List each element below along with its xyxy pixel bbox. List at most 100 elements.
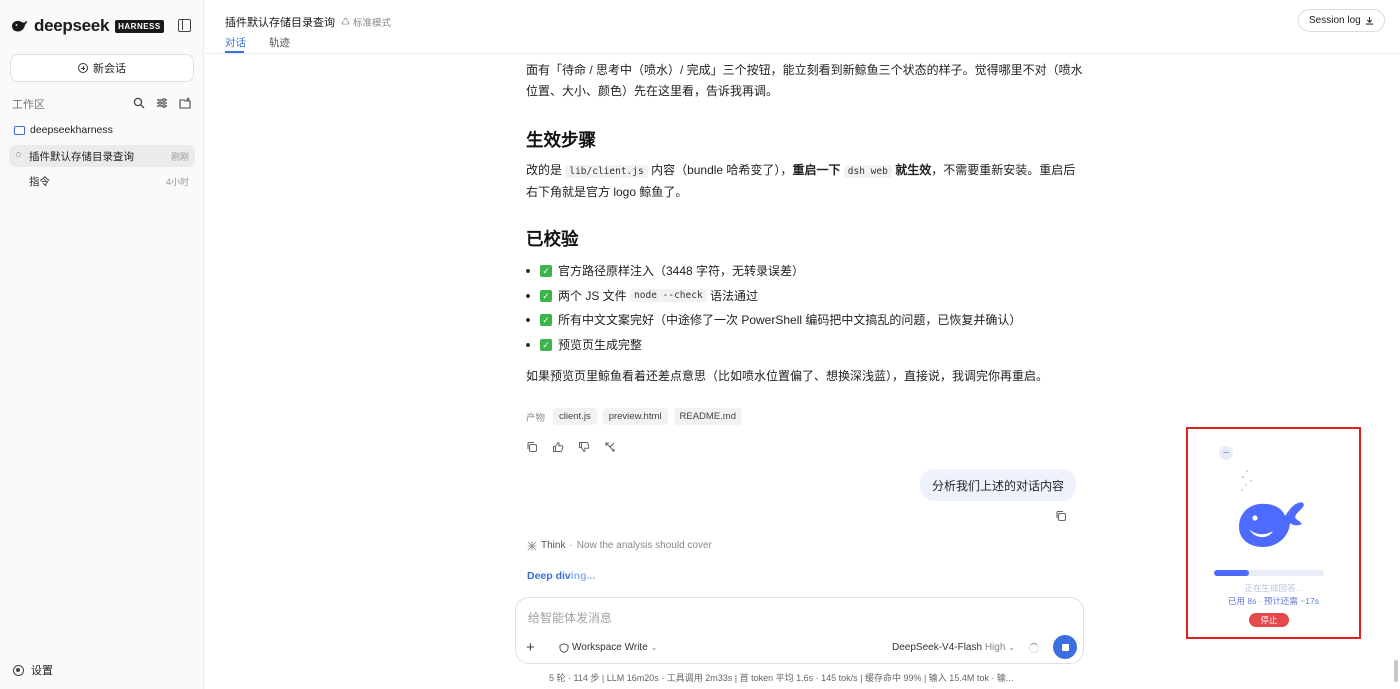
paragraph-line: 面有「待命 / 思考中（喷水）/ 完成」三个按钮，能立刻看到新鲸鱼三个状态的样子…: [526, 63, 1083, 77]
settings-label: 设置: [31, 665, 53, 677]
search-icon[interactable]: [133, 96, 145, 109]
chat-item-label: 插件默认存储目录查询: [29, 150, 134, 163]
check-icon: ✓: [540, 338, 552, 351]
deep-diving-text: Deep div: [527, 570, 571, 582]
mode-tag[interactable]: ♺ 标准模式: [341, 15, 391, 30]
sidebar: deepseek HARNESS 新会话 工作区 deepseekharness: [0, 0, 204, 689]
list-item: ✓ 官方路径原样注入（3448 字符，无转录误差）: [526, 262, 804, 279]
minimize-button[interactable]: –: [1219, 446, 1233, 460]
list-item: ✓ 预览页生成完整: [526, 336, 642, 353]
think-label: Think: [541, 540, 566, 551]
artifacts-row: 产物 client.js preview.html README.md: [526, 408, 742, 425]
think-icon: [527, 541, 537, 550]
branch-icon[interactable]: [604, 440, 616, 452]
filter-sliders-icon[interactable]: [156, 96, 168, 108]
plus-circle-icon: [78, 63, 88, 73]
recycle-icon: ♺: [341, 16, 350, 28]
deep-diving-fade: ing...: [570, 570, 596, 582]
message-actions: [526, 440, 616, 453]
think-text: Now the analysis should cover: [576, 540, 712, 551]
bullet: [526, 268, 530, 273]
tab-track[interactable]: 轨迹: [269, 35, 290, 50]
attach-plus-icon[interactable]: +: [526, 640, 535, 655]
copy-icon[interactable]: [526, 440, 538, 453]
chevron-down-icon: ⌄: [650, 643, 658, 652]
message-paragraph: 改的是 lib/client.js 内容（bundle 哈希变了），重启一下 d…: [526, 160, 1086, 203]
bold-text: 重启一下: [792, 163, 841, 177]
artifact-chip[interactable]: client.js: [553, 408, 597, 425]
settings-button[interactable]: 设置: [13, 662, 53, 678]
workspace-folder[interactable]: deepseekharness: [14, 124, 113, 136]
text-span: ，不需要重新安装。重启后: [931, 163, 1076, 177]
list-item: ✓ 所有中文文案完好（中途修了一次 PowerShell 编码把中文搞乱的问题，已…: [526, 311, 1021, 328]
mode-label: 标准模式: [352, 18, 391, 29]
message-paragraph: 面有「待命 / 思考中（喷水）/ 完成」三个按钮，能立刻看到新鲸鱼三个状态的样子…: [526, 60, 1086, 102]
app-window: deepseek HARNESS 新会话 工作区 deepseekharness: [0, 0, 1400, 689]
bullet: [526, 317, 530, 322]
workspace-mode-select[interactable]: Workspace Write ⌄: [559, 642, 657, 653]
message-input[interactable]: 给智能体发消息: [528, 609, 612, 626]
session-log-label: Session log: [1309, 15, 1361, 26]
bullet: [526, 342, 530, 347]
spouting-whale-icon: [1239, 470, 1304, 547]
model-level: High: [984, 642, 1006, 653]
list-item-text: 语法通过: [710, 289, 759, 303]
gear-icon: [13, 664, 24, 676]
session-log-button[interactable]: Session log: [1298, 9, 1385, 32]
artifacts-label: 产物: [526, 412, 546, 424]
stop-generation-button[interactable]: [1053, 635, 1077, 659]
list-item-text: 预览页生成完整: [558, 338, 643, 352]
thumbs-down-icon[interactable]: [578, 440, 590, 453]
text-span: 改的是: [526, 163, 563, 177]
text-span: 内容（bundle 哈希变了），: [651, 163, 793, 177]
artifact-chip[interactable]: preview.html: [602, 408, 668, 425]
model-select[interactable]: DeepSeek-V4-Flash High ⌄: [892, 642, 1015, 653]
list-item-text: 两个 JS 文件: [558, 289, 627, 303]
brand-badge: HARNESS: [115, 19, 164, 33]
brand-logo: deepseek HARNESS: [11, 16, 164, 36]
brand-name: deepseek: [34, 16, 110, 35]
run-stats: 5 轮 · 114 步 | LLM 16m20s · 工具调用 2m33s | …: [549, 673, 1014, 683]
generation-status: 正在生成回答...: [1244, 583, 1303, 593]
inline-code: node --check: [630, 289, 707, 302]
deep-diving-status: Deep diving...: [527, 570, 595, 582]
shield-icon: [559, 642, 569, 653]
closing-paragraph: 如果预览页里鲸鱼看着还差点意思（比如喷水位置偏了、想换深浅蓝），直接说，我调完你…: [526, 369, 1049, 383]
model-name: DeepSeek-V4-Flash: [892, 642, 983, 653]
check-icon: ✓: [540, 289, 552, 302]
new-chat-button[interactable]: 新会话: [10, 54, 194, 82]
user-message: 分析我们上述的对话内容: [920, 469, 1077, 501]
deepseek-whale-icon: [12, 20, 28, 32]
sidebar-item-chat[interactable]: 指令 4小时: [9, 170, 195, 192]
list-item: ✓ 两个 JS 文件 node --check 语法通过: [526, 287, 758, 304]
stop-button[interactable]: 停止: [1249, 613, 1289, 627]
sidebar-item-current-chat[interactable]: 插件默认存储目录查询 刚刚: [9, 145, 195, 167]
bullet: [526, 293, 530, 298]
think-indicator[interactable]: Think · Now the analysis should cover: [527, 540, 712, 551]
progress-fill: [1214, 570, 1250, 576]
heading-effect-steps: 生效步骤: [526, 130, 596, 150]
paragraph-line: 位置、大小、颜色）先在这里看，告诉我再调。: [526, 84, 779, 98]
loading-dots-icon: [16, 152, 21, 157]
message-composer: 给智能体发消息 + Workspace Write ⌄ DeepSeek-V4-…: [515, 597, 1084, 664]
whale-status-widget: – 正在生成回答... 已用 8s · 预计还需 ~17s 停止: [1186, 427, 1361, 639]
workspace-mode-label: Workspace Write: [572, 642, 648, 653]
chevron-down-icon: ⌄: [1008, 643, 1015, 652]
artifact-chip[interactable]: README.md: [673, 408, 742, 425]
thumbs-up-icon[interactable]: [552, 440, 564, 452]
folder-label: deepseekharness: [30, 124, 113, 136]
chat-item-time: 刚刚: [170, 151, 189, 162]
new-chat-label: 新会话: [93, 63, 126, 75]
tab-dialog[interactable]: 对话: [225, 35, 246, 50]
generation-progress-bar: [1214, 570, 1324, 576]
copy-icon[interactable]: [1055, 509, 1067, 522]
loading-spinner-icon: [1029, 643, 1039, 653]
sidebar-toggle-icon[interactable]: [178, 19, 191, 32]
paragraph-line: 右下角就是官方 logo 鲸鱼了。: [526, 185, 688, 199]
new-folder-icon[interactable]: [179, 96, 191, 109]
scrollbar-thumb[interactable]: [1394, 660, 1398, 682]
conversation-header: 插件默认存储目录查询 ♺ 标准模式 对话 轨迹 Session log: [205, 0, 1400, 54]
think-separator: ·: [569, 540, 573, 551]
workspace-title: 工作区: [12, 99, 45, 111]
inline-code: dsh web: [843, 165, 892, 178]
